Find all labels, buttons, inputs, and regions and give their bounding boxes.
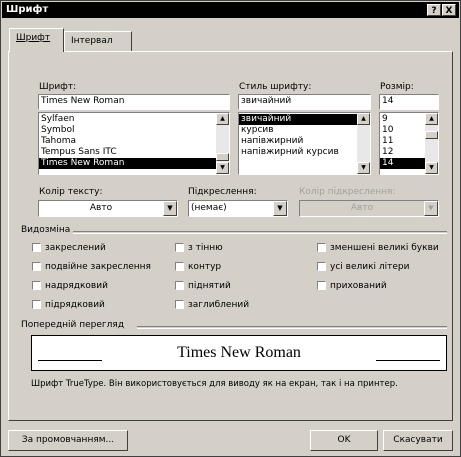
font-list[interactable]: Sylfaen Symbol Tahoma Tempus Sans ITC Times …	[38, 112, 230, 175]
color-label: Колір тексту:	[39, 187, 103, 197]
style-list-item[interactable]: напівжирний курсив	[239, 147, 370, 158]
style-list-item[interactable]: курсив	[239, 125, 370, 136]
window-title: Шрифт	[6, 4, 49, 15]
font-input[interactable]: Times New Roman	[38, 94, 230, 110]
size-input[interactable]: 14	[379, 94, 439, 110]
size-list[interactable]: 9 10 11 12 14 ▲ ▼	[379, 112, 439, 175]
style-input[interactable]: звичайний	[238, 94, 371, 110]
checkbox-all-caps[interactable]: усі великі літери	[317, 262, 409, 272]
font-list-item[interactable]: Times New Roman	[39, 158, 229, 169]
underline-color-label: Колір підкреслення:	[299, 187, 396, 197]
font-list-item[interactable]: Tempus Sans ITC	[39, 147, 229, 158]
chevron-down-icon[interactable]: ▼	[273, 201, 287, 216]
style-list-item[interactable]: звичайний	[239, 114, 370, 125]
scroll-down-icon[interactable]: ▼	[216, 162, 229, 174]
preview-note: Шрифт TrueType. Він використовується для…	[31, 379, 398, 389]
tab-font[interactable]: Шрифт	[9, 28, 64, 52]
color-combo[interactable]: Авто ▼	[38, 200, 178, 217]
checkbox-box[interactable]	[175, 243, 184, 252]
checkbox-small-caps[interactable]: зменшені великі букви	[317, 243, 439, 253]
font-list-scrollbar[interactable]: ▲ ▼	[216, 113, 229, 174]
font-list-item[interactable]: Symbol	[39, 125, 229, 136]
style-label: Стиль шрифту:	[239, 82, 312, 92]
checkbox-box[interactable]	[175, 300, 184, 309]
checkbox-box[interactable]	[317, 281, 326, 290]
underline-color-combo: Авто ▼	[299, 200, 439, 217]
font-dialog: Шрифт ? X Шрифт Інтервал Шрифт: Times Ne…	[0, 0, 461, 457]
checkbox-emboss[interactable]: піднятий	[175, 281, 231, 291]
cancel-button[interactable]: Скасувати	[383, 430, 453, 451]
scroll-up-icon[interactable]: ▲	[216, 113, 229, 125]
underline-combo[interactable]: (немає) ▼	[188, 200, 288, 217]
preview-group-title: Попередній перегляд	[21, 320, 125, 330]
font-label: Шрифт:	[39, 82, 77, 92]
underline-color-value: Авто	[350, 203, 374, 213]
checkbox-superscript[interactable]: надрядковий	[32, 281, 108, 291]
checkbox-box[interactable]	[32, 281, 41, 290]
default-button[interactable]: За промовчанням...	[8, 430, 128, 451]
preview-divider	[137, 326, 447, 329]
scroll-down-icon[interactable]: ▼	[425, 162, 438, 174]
font-list-item[interactable]: Tahoma	[39, 136, 229, 147]
color-value: Авто	[89, 203, 113, 213]
size-label: Розмір:	[380, 82, 414, 92]
tab-font-label: Шрифт	[16, 33, 51, 43]
scroll-down-icon[interactable]: ▼	[357, 162, 370, 174]
checkbox-engrave[interactable]: заглиблений	[175, 300, 249, 310]
title-bar: Шрифт ? X	[2, 2, 459, 18]
scroll-up-icon[interactable]: ▲	[357, 113, 370, 125]
checkbox-box[interactable]	[32, 300, 41, 309]
font-list-item[interactable]: Sylfaen	[39, 114, 229, 125]
scroll-thumb[interactable]	[216, 153, 229, 161]
chevron-down-icon[interactable]: ▼	[163, 201, 177, 216]
style-list-scrollbar[interactable]: ▲ ▼	[357, 113, 370, 174]
checkbox-box[interactable]	[317, 243, 326, 252]
checkbox-hidden[interactable]: прихований	[317, 281, 387, 291]
effects-group-title: Видозміна	[21, 225, 71, 235]
chevron-down-icon: ▼	[424, 201, 438, 216]
checkbox-subscript[interactable]: підрядковий	[32, 300, 105, 310]
checkbox-box[interactable]	[32, 262, 41, 271]
checkbox-box[interactable]	[32, 243, 41, 252]
preview-line-right	[376, 360, 440, 361]
checkbox-outline[interactable]: контур	[175, 262, 221, 272]
scroll-thumb[interactable]	[425, 131, 438, 139]
checkbox-box[interactable]	[175, 281, 184, 290]
ok-button[interactable]: OK	[310, 430, 378, 451]
tab-spacing[interactable]: Інтервал	[64, 31, 132, 51]
underline-label: Підкреслення:	[188, 187, 257, 197]
style-list-item[interactable]: напівжирний	[239, 136, 370, 147]
preview-box: Times New Roman	[31, 335, 447, 371]
checkbox-box[interactable]	[175, 262, 184, 271]
size-list-scrollbar[interactable]: ▲ ▼	[425, 113, 438, 174]
help-icon[interactable]: ?	[427, 4, 441, 16]
style-list[interactable]: звичайний курсив напівжирний напівжирний ку…	[238, 112, 371, 175]
checkbox-double-strikethrough[interactable]: подвійне закреслення	[32, 262, 151, 272]
checkbox-strikethrough[interactable]: закреслений	[32, 243, 106, 253]
tab-spacing-label: Інтервал	[71, 36, 113, 46]
close-icon[interactable]: X	[442, 4, 456, 16]
scroll-up-icon[interactable]: ▲	[425, 113, 438, 125]
underline-value: (немає)	[191, 203, 227, 213]
checkbox-box[interactable]	[317, 262, 326, 271]
effects-divider	[73, 231, 447, 234]
checkbox-shadow[interactable]: з тінню	[175, 243, 223, 253]
